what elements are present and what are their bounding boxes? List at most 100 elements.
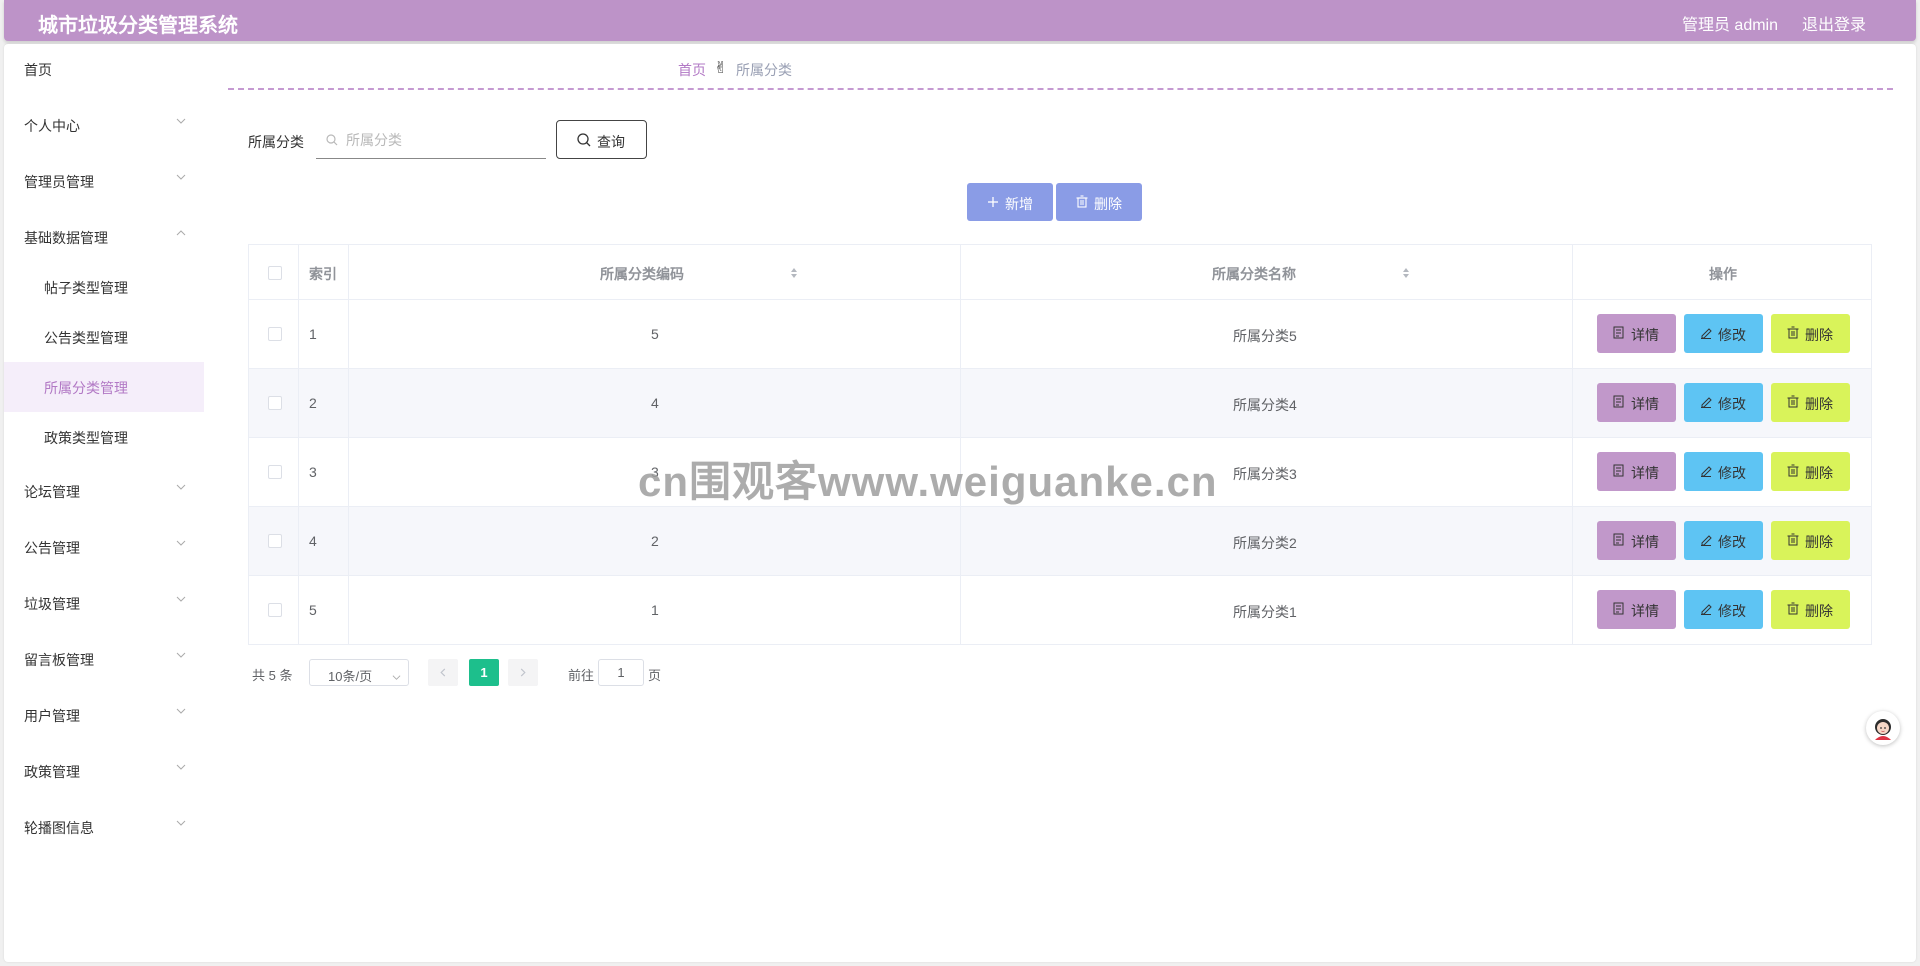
sidebar-item-personal-center[interactable]: 个人中心 <box>4 100 204 150</box>
goto-page-input[interactable] <box>598 659 644 686</box>
app-title: 城市垃圾分类管理系统 <box>38 15 238 37</box>
sidebar-item-label: 垃圾管理 <box>24 596 80 612</box>
logout-link[interactable]: 退出登录 <box>1802 11 1866 35</box>
detail-button-label: 详情 <box>1631 327 1659 343</box>
sidebar-item-garbage[interactable]: 垃圾管理 <box>4 578 204 628</box>
row-checkbox[interactable] <box>268 603 282 617</box>
detail-button-label: 详情 <box>1631 603 1659 619</box>
sidebar-item-carousel[interactable]: 轮播图信息 <box>4 802 204 852</box>
search-icon <box>326 133 338 149</box>
sidebar-item-home[interactable]: 首页 <box>4 44 204 94</box>
detail-button-label: 详情 <box>1631 465 1659 481</box>
sidebar-item-message-board[interactable]: 留言板管理 <box>4 634 204 684</box>
column-header-label: 索引 <box>309 266 337 282</box>
trash-icon <box>1787 464 1799 480</box>
edit-button-label: 修改 <box>1718 465 1746 481</box>
column-header-label: 操作 <box>1709 266 1737 282</box>
trash-icon <box>1787 602 1799 618</box>
sidebar-subitem-label: 政策类型管理 <box>44 430 128 446</box>
sidebar-subitem-category[interactable]: 所属分类管理 <box>4 362 204 412</box>
sidebar-subitem-label: 帖子类型管理 <box>44 280 128 296</box>
sort-icon[interactable] <box>790 266 798 282</box>
chevron-down-icon <box>176 818 186 828</box>
select-all-checkbox[interactable] <box>268 266 282 280</box>
pagination-total: 共 5 条 <box>252 668 293 683</box>
sidebar-subitem-label: 所属分类管理 <box>44 380 128 396</box>
chevron-down-icon <box>176 650 186 660</box>
edit-button[interactable]: 修改 <box>1684 521 1763 560</box>
batch-delete-button[interactable]: 删除 <box>1056 183 1142 221</box>
edit-button[interactable]: 修改 <box>1684 590 1763 629</box>
batch-delete-label: 删除 <box>1094 196 1122 212</box>
pencil-icon <box>1700 602 1712 618</box>
trash-icon <box>1787 326 1799 342</box>
row-checkbox[interactable] <box>268 327 282 341</box>
sidebar-item-label: 轮播图信息 <box>24 820 94 836</box>
chevron-down-icon <box>392 669 401 685</box>
detail-button[interactable]: 详情 <box>1597 383 1676 422</box>
delete-button[interactable]: 删除 <box>1771 590 1850 629</box>
sidebar-item-label: 个人中心 <box>24 118 80 134</box>
column-header-actions: 操作 <box>1573 245 1871 300</box>
cell-name: 所属分类2 <box>1233 535 1297 551</box>
pencil-icon <box>1700 395 1712 411</box>
cell-code: 1 <box>651 602 659 618</box>
delete-button[interactable]: 删除 <box>1771 452 1850 491</box>
column-header-label: 所属分类名称 <box>1212 266 1296 282</box>
breadcrumb-current: 所属分类 <box>736 62 792 78</box>
sort-icon[interactable] <box>1402 266 1410 282</box>
search-input[interactable] <box>344 129 543 151</box>
edit-button-label: 修改 <box>1718 603 1746 619</box>
add-button[interactable]: 新增 <box>967 183 1053 221</box>
row-checkbox[interactable] <box>268 534 282 548</box>
sidebar-item-forum[interactable]: 论坛管理 <box>4 466 204 516</box>
select-all-header <box>249 245 299 300</box>
delete-button[interactable]: 删除 <box>1771 383 1850 422</box>
sidebar-item-admin-manage[interactable]: 管理员管理 <box>4 156 204 206</box>
detail-button[interactable]: 详情 <box>1597 590 1676 629</box>
goto-suffix: 页 <box>648 668 662 683</box>
sidebar-item-label: 用户管理 <box>24 708 80 724</box>
sidebar-item-base-data[interactable]: 基础数据管理 <box>4 212 204 262</box>
column-header-code[interactable]: 所属分类编码 <box>349 245 961 300</box>
cell-code: 5 <box>651 326 659 342</box>
column-header-name[interactable]: 所属分类名称 <box>961 245 1573 300</box>
floating-assistant-avatar[interactable] <box>1866 711 1900 745</box>
sidebar-subitem-label: 公告类型管理 <box>44 330 128 346</box>
delete-button[interactable]: 删除 <box>1771 521 1850 560</box>
page-number-current[interactable]: 1 <box>469 659 499 686</box>
sidebar-item-users[interactable]: 用户管理 <box>4 690 204 740</box>
chevron-down-icon <box>176 116 186 126</box>
sidebar-item-label: 公告管理 <box>24 540 80 556</box>
breadcrumb-divider <box>228 88 1893 90</box>
page-size-select[interactable]: 10条/页 <box>309 659 409 686</box>
detail-button-label: 详情 <box>1631 396 1659 412</box>
query-button[interactable]: 查询 <box>556 120 647 159</box>
sidebar-subitem-notice-type[interactable]: 公告类型管理 <box>4 312 204 362</box>
row-checkbox[interactable] <box>268 396 282 410</box>
prev-page-button[interactable] <box>428 659 458 686</box>
chevron-left-icon <box>440 668 446 677</box>
sidebar-subitem-policy-type[interactable]: 政策类型管理 <box>4 412 204 462</box>
edit-button[interactable]: 修改 <box>1684 452 1763 491</box>
delete-button[interactable]: 删除 <box>1771 314 1850 353</box>
edit-button[interactable]: 修改 <box>1684 314 1763 353</box>
breadcrumb-home[interactable]: 首页 <box>678 60 706 80</box>
page-size-value: 10条/页 <box>328 669 373 684</box>
column-header-label: 所属分类编码 <box>600 266 684 282</box>
sidebar-item-policy[interactable]: 政策管理 <box>4 746 204 796</box>
cell-code: 4 <box>651 395 659 411</box>
detail-button[interactable]: 详情 <box>1597 521 1676 560</box>
detail-button[interactable]: 详情 <box>1597 314 1676 353</box>
row-checkbox[interactable] <box>268 465 282 479</box>
edit-button[interactable]: 修改 <box>1684 383 1763 422</box>
next-page-button[interactable] <box>508 659 538 686</box>
table-row: 4 2 所属分类2 详情 修改 删除 <box>249 507 1871 576</box>
cell-index: 2 <box>309 395 317 411</box>
sidebar-item-notice[interactable]: 公告管理 <box>4 522 204 572</box>
pencil-icon <box>1700 464 1712 480</box>
search-icon <box>577 133 591 150</box>
detail-button[interactable]: 详情 <box>1597 452 1676 491</box>
sidebar-subitem-post-type[interactable]: 帖子类型管理 <box>4 262 204 312</box>
sidebar-item-label: 管理员管理 <box>24 174 94 190</box>
